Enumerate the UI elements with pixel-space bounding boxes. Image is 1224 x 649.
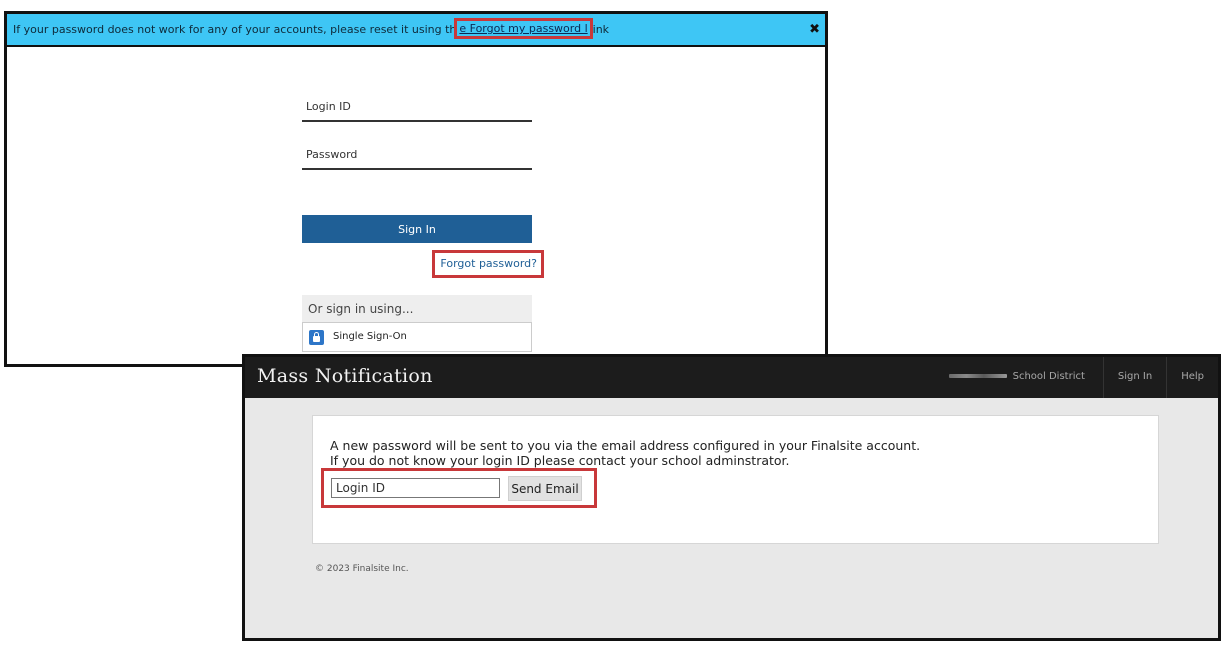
login-id-input[interactable] [302,100,530,113]
login-id-field[interactable] [302,100,532,122]
district-label: School District [1012,371,1085,382]
banner-text-end: ink [592,23,610,36]
mass-notification-window: Mass Notification School District Sign I… [242,354,1221,641]
send-email-highlight: Send Email [321,468,597,508]
close-icon[interactable]: ✖ [809,14,820,45]
login-window: If your password does not work for any o… [4,11,828,367]
redacted-district-name [949,374,1008,378]
sign-in-button[interactable]: Sign In [302,215,532,243]
sso-label: Single Sign-On [333,331,407,342]
forgot-my-password-highlight: e Forgot my password l [454,18,593,39]
banner-text: If your password does not work for any o… [13,23,457,36]
nav-item-help[interactable]: Help [1166,357,1218,398]
password-reset-banner: If your password does not work for any o… [7,14,825,47]
alt-signin-header: Or sign in using... [302,295,532,323]
top-navbar: Mass Notification School District Sign I… [245,357,1218,398]
app-brand: Mass Notification [257,365,433,387]
password-input[interactable] [302,148,530,161]
nav-menu: School District Sign In Help [935,357,1218,398]
send-email-button[interactable]: Send Email [508,476,582,501]
nav-item-district[interactable]: School District [935,357,1102,398]
forgot-password-link[interactable]: Forgot password? [440,257,537,270]
instruction-line-1: A new password will be sent to you via t… [330,438,921,453]
reset-instructions: A new password will be sent to you via t… [330,438,920,468]
login-id-underline [302,120,532,122]
instruction-line-2: If you do not know your login ID please … [330,453,790,468]
password-field[interactable] [302,148,532,170]
forgot-my-password-link[interactable]: e Forgot my password l [459,22,587,35]
password-underline [302,168,532,170]
single-sign-on-button[interactable]: Single Sign-On [302,322,532,352]
forgot-password-highlight: Forgot password? [432,250,544,278]
nav-item-sign-in[interactable]: Sign In [1102,357,1166,398]
reset-password-card: A new password will be sent to you via t… [312,415,1159,544]
reset-login-id-input[interactable] [331,478,500,498]
copyright-text: © 2023 Finalsite Inc. [315,564,409,574]
lock-icon [309,330,324,345]
